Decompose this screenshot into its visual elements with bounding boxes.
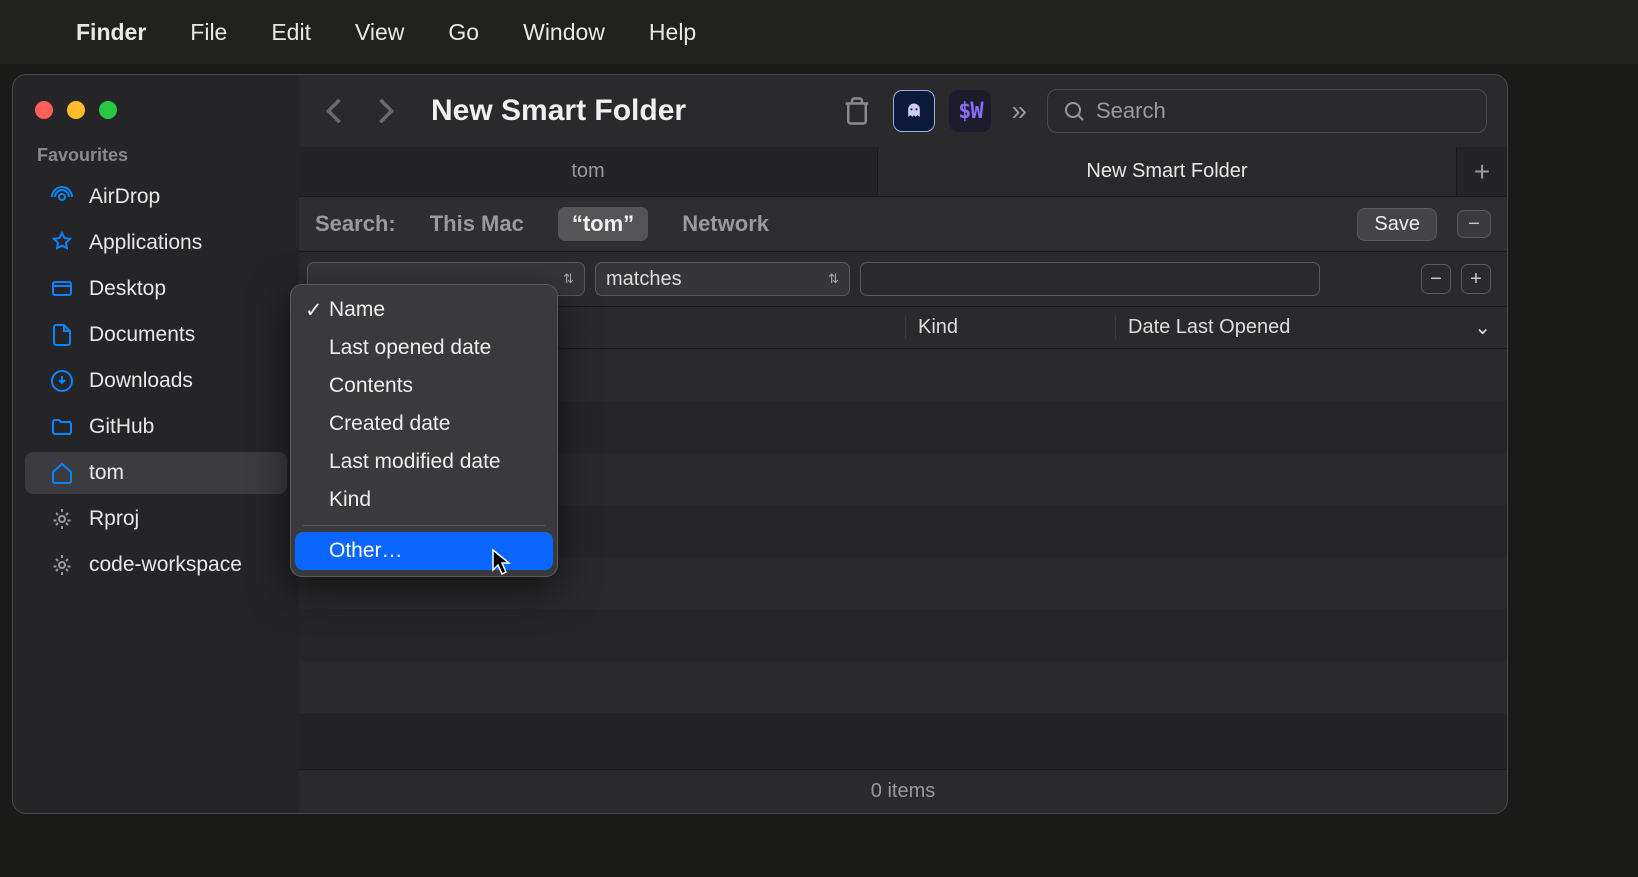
gear-icon (49, 506, 75, 532)
new-tab-button[interactable]: + (1457, 147, 1507, 196)
tab-tom[interactable]: tom (299, 147, 878, 196)
documents-icon (49, 322, 75, 348)
toolbar-app-icon-2[interactable]: $W (949, 90, 991, 132)
sidebar-section-favourites: Favourites (13, 145, 299, 174)
remove-criteria-button[interactable]: − (1421, 264, 1451, 294)
sidebar-item-label: GitHub (89, 415, 154, 439)
popup-item-name[interactable]: Name (295, 291, 553, 329)
sidebar-item-code-workspace[interactable]: code-workspace (25, 544, 287, 586)
menu-go[interactable]: Go (448, 19, 479, 46)
list-row (299, 609, 1507, 661)
back-button[interactable] (319, 96, 349, 126)
attribute-popup-menu: Name Last opened date Contents Created d… (290, 284, 558, 577)
toolbar-overflow-icon[interactable]: » (1011, 95, 1027, 127)
criteria-operator-select[interactable]: matches⇅ (595, 262, 850, 296)
sidebar-item-label: Applications (89, 231, 202, 255)
sidebar-item-tom[interactable]: tom (25, 452, 287, 494)
trash-button[interactable] (835, 89, 879, 133)
chevron-down-icon: ⌄ (1474, 315, 1491, 340)
remove-search-button[interactable]: − (1457, 210, 1491, 238)
status-text: 0 items (871, 780, 935, 803)
sidebar-item-label: code-workspace (89, 553, 242, 577)
popup-item-last-modified-date[interactable]: Last modified date (295, 443, 553, 481)
folder-icon (49, 414, 75, 440)
popup-item-contents[interactable]: Contents (295, 367, 553, 405)
sidebar-item-label: Documents (89, 323, 195, 347)
sidebar-item-rproj[interactable]: Rproj (25, 498, 287, 540)
list-row (299, 661, 1507, 713)
search-icon (1062, 99, 1086, 123)
search-placeholder: Search (1096, 98, 1166, 124)
downloads-icon (49, 368, 75, 394)
airdrop-icon (49, 184, 75, 210)
scope-network[interactable]: Network (668, 207, 783, 241)
search-scope-bar: Search: This Mac “tom” Network Save − (299, 197, 1507, 252)
search-label: Search: (315, 211, 396, 237)
scope-this-mac[interactable]: This Mac (416, 207, 538, 241)
forward-button[interactable] (371, 96, 401, 126)
sidebar-item-downloads[interactable]: Downloads (25, 360, 287, 402)
tab-new-smart-folder[interactable]: New Smart Folder (878, 147, 1457, 196)
sidebar-item-label: Downloads (89, 369, 193, 393)
popup-separator (303, 525, 545, 526)
add-criteria-button[interactable]: + (1461, 264, 1491, 294)
sidebar-item-github[interactable]: GitHub (25, 406, 287, 448)
column-kind[interactable]: Kind (905, 316, 1115, 339)
criteria-value-input[interactable] (860, 262, 1320, 296)
toolbar-app-icon-1[interactable] (893, 90, 935, 132)
desktop-icon (49, 276, 75, 302)
scope-tom[interactable]: “tom” (558, 207, 648, 241)
sidebar-item-documents[interactable]: Documents (25, 314, 287, 356)
close-button[interactable] (35, 101, 53, 119)
save-button[interactable]: Save (1357, 208, 1437, 241)
popup-item-created-date[interactable]: Created date (295, 405, 553, 443)
menubar: Finder File Edit View Go Window Help (0, 0, 1638, 64)
gear-icon (49, 552, 75, 578)
finder-window: Favourites AirDrop Applications Desktop … (12, 74, 1508, 814)
toolbar: New Smart Folder $W » Search (299, 75, 1507, 147)
popup-item-last-opened-date[interactable]: Last opened date (295, 329, 553, 367)
app-name[interactable]: Finder (76, 19, 146, 46)
sidebar-item-label: Rproj (89, 507, 139, 531)
menu-file[interactable]: File (190, 19, 227, 46)
window-controls (13, 93, 299, 145)
sidebar-item-airdrop[interactable]: AirDrop (25, 176, 287, 218)
tab-bar: tom New Smart Folder + (299, 147, 1507, 197)
popup-item-kind[interactable]: Kind (295, 481, 553, 519)
sidebar-item-desktop[interactable]: Desktop (25, 268, 287, 310)
column-date-last-opened[interactable]: Date Last Opened⌄ (1115, 315, 1491, 340)
zoom-button[interactable] (99, 101, 117, 119)
sidebar-item-label: tom (89, 461, 124, 485)
search-field[interactable]: Search (1047, 89, 1487, 133)
menu-window[interactable]: Window (523, 19, 605, 46)
sidebar: Favourites AirDrop Applications Desktop … (13, 75, 299, 813)
menu-edit[interactable]: Edit (271, 19, 311, 46)
menu-help[interactable]: Help (649, 19, 696, 46)
sidebar-item-applications[interactable]: Applications (25, 222, 287, 264)
sidebar-item-label: AirDrop (89, 185, 160, 209)
status-bar: 0 items (299, 769, 1507, 813)
home-icon (49, 460, 75, 486)
sidebar-item-label: Desktop (89, 277, 166, 301)
applications-icon (49, 230, 75, 256)
popup-item-other[interactable]: Other… (295, 532, 553, 570)
minimize-button[interactable] (67, 101, 85, 119)
window-title: New Smart Folder (415, 94, 821, 128)
menu-view[interactable]: View (355, 19, 404, 46)
